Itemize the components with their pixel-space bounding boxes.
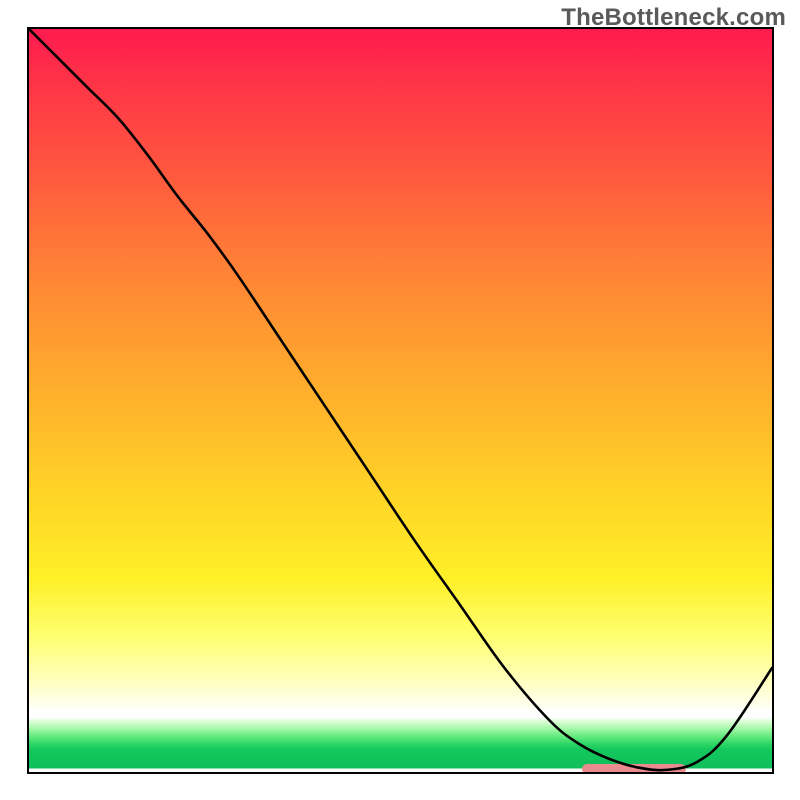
- bottleneck-curve: [29, 29, 772, 772]
- plot-area: [27, 27, 774, 774]
- bottleneck-curve-path: [29, 29, 772, 770]
- chart-stage: TheBottleneck.com: [0, 0, 800, 800]
